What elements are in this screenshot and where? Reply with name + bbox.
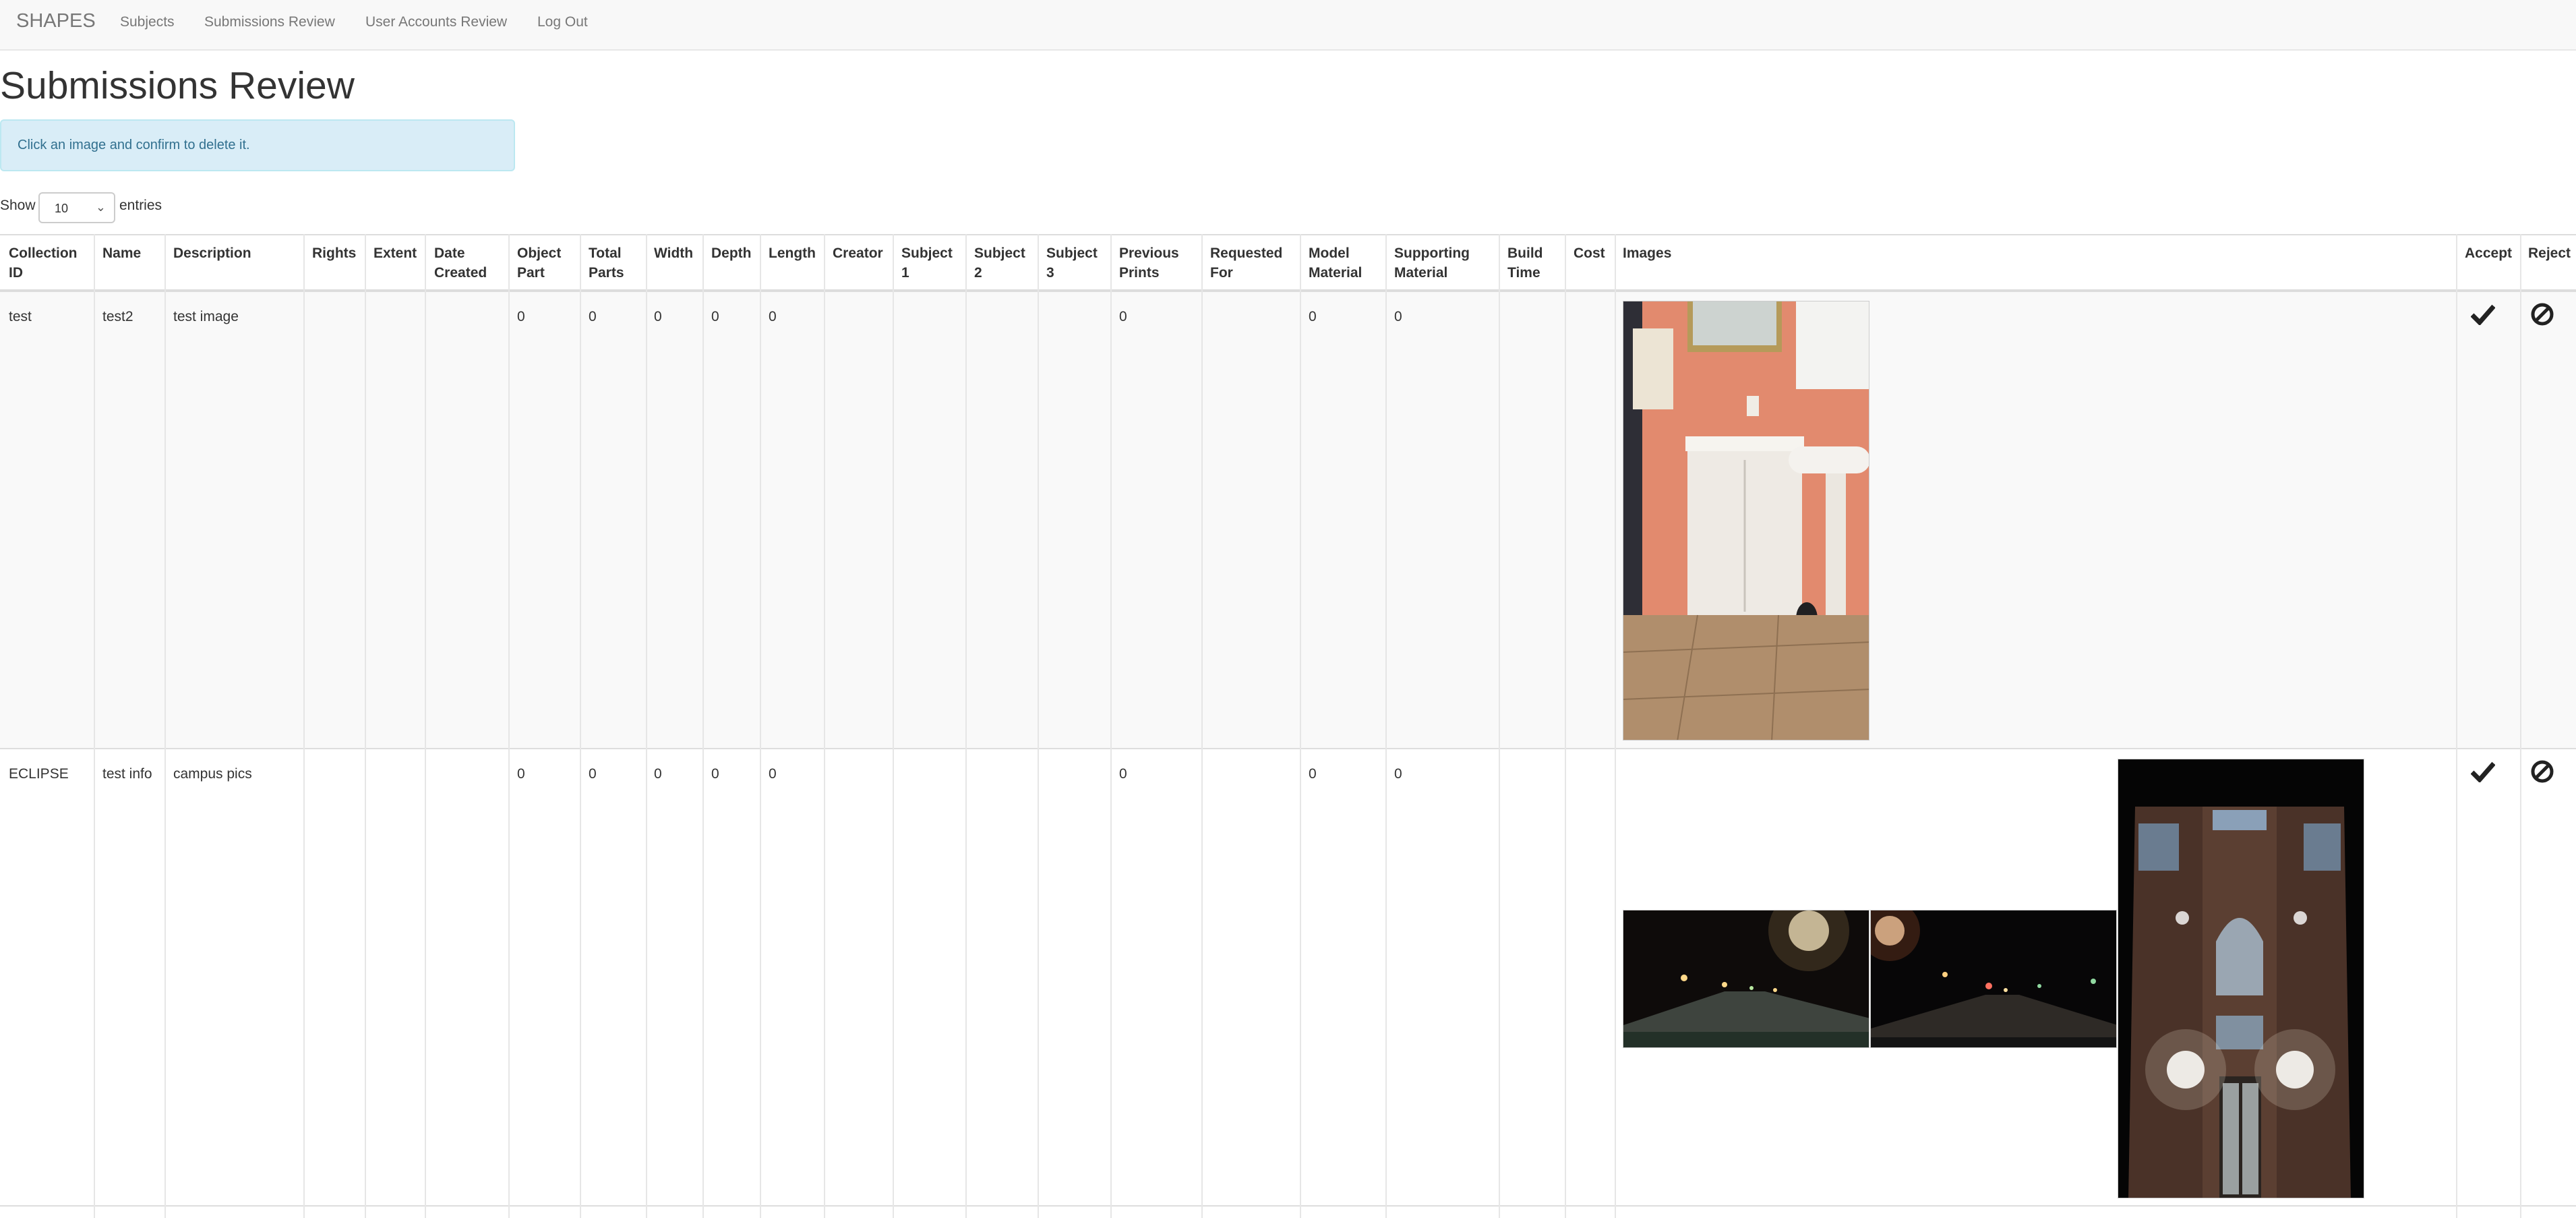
entries-label: entries [119, 198, 162, 213]
table-header [0, 234, 2576, 292]
cell-model-material: 0 [1309, 766, 1317, 782]
column-divider [1615, 234, 1616, 1218]
cell-object-part: 0 [517, 766, 525, 782]
column-divider [1499, 234, 1500, 1218]
cell-previous-prints: 0 [1119, 309, 1127, 324]
brand-link[interactable]: SHAPES [16, 10, 96, 32]
cell-total-parts: 0 [589, 766, 597, 782]
column-divider [760, 234, 761, 1218]
column-divider [2520, 234, 2521, 1218]
column-header-requested-for[interactable]: Requested For [1210, 243, 1282, 283]
entries-select[interactable]: 10 ⌄ [38, 192, 115, 223]
column-divider [893, 234, 894, 1218]
cell-description: test image [173, 309, 239, 324]
chevron-down-icon: ⌄ [95, 200, 106, 214]
column-divider [824, 234, 825, 1218]
column-divider [646, 234, 647, 1218]
page-title: Submissions Review [0, 64, 355, 107]
nav-link-subjects[interactable]: Subjects [120, 14, 175, 30]
column-divider [1038, 234, 1039, 1218]
cell-length: 0 [769, 309, 777, 324]
cell-depth: 0 [711, 766, 719, 782]
alert-text: Click an image and confirm to delete it. [18, 138, 250, 152]
column-header-depth[interactable]: Depth [711, 243, 752, 263]
cell-total-parts: 0 [589, 309, 597, 324]
night-building-photo[interactable] [2118, 759, 2364, 1198]
column-divider [164, 234, 166, 1218]
night-road-photo-2[interactable] [1870, 910, 2117, 1048]
nav-link-log-out[interactable]: Log Out [537, 14, 588, 30]
navbar: SHAPES Subjects Submissions Review User … [0, 0, 2576, 51]
column-header-total-parts[interactable]: Total Parts [589, 243, 624, 283]
cell-width: 0 [654, 309, 662, 324]
cell-collection-id: test [9, 309, 32, 324]
accept-checkmark-icon[interactable] [2470, 303, 2496, 328]
column-header-width[interactable]: Width [654, 243, 693, 263]
cell-previous-prints: 0 [1119, 766, 1127, 782]
column-divider [365, 234, 366, 1218]
column-header-collection-id[interactable]: Collection ID [9, 243, 78, 283]
cell-supporting-material: 0 [1394, 766, 1402, 782]
column-header-object-part[interactable]: Object Part [517, 243, 561, 283]
cell-depth: 0 [711, 309, 719, 324]
table-row [0, 292, 2576, 749]
cell-name: test2 [102, 309, 133, 324]
nav-link-user-accounts-review[interactable]: User Accounts Review [365, 14, 507, 30]
column-header-extent[interactable]: Extent [373, 243, 417, 263]
column-divider [303, 234, 305, 1218]
column-header-subject-2[interactable]: Subject 2 [974, 243, 1025, 283]
column-divider [508, 234, 510, 1218]
cell-model-material: 0 [1309, 309, 1317, 324]
reject-ban-icon[interactable] [2530, 759, 2554, 787]
show-label: Show [0, 198, 36, 213]
column-header-previous-prints[interactable]: Previous Prints [1119, 243, 1179, 283]
info-alert: Click an image and confirm to delete it. [0, 119, 515, 171]
column-divider [1110, 234, 1112, 1218]
column-divider [1385, 234, 1387, 1218]
column-header-accept[interactable]: Accept [2465, 243, 2512, 263]
cell-width: 0 [654, 766, 662, 782]
column-header-model-material[interactable]: Model Material [1309, 243, 1362, 283]
column-divider [580, 234, 581, 1218]
cell-name: test info [102, 766, 152, 782]
cell-object-part: 0 [517, 309, 525, 324]
submissions-table: Collection ID Name Description Rights Ex… [0, 234, 2576, 1218]
column-divider [965, 234, 967, 1218]
column-header-length[interactable]: Length [769, 243, 816, 263]
column-header-supporting-material[interactable]: Supporting Material [1394, 243, 1470, 283]
cell-supporting-material: 0 [1394, 309, 1402, 324]
cell-collection-id: ECLIPSE [9, 766, 69, 782]
column-divider [425, 234, 426, 1218]
column-header-subject-1[interactable]: Subject 1 [901, 243, 953, 283]
column-header-creator[interactable]: Creator [833, 243, 883, 263]
column-divider [702, 234, 704, 1218]
night-road-photo-1[interactable] [1623, 910, 1869, 1048]
column-header-name[interactable]: Name [102, 243, 141, 263]
column-divider [1565, 234, 1566, 1218]
reject-ban-icon[interactable] [2530, 302, 2554, 330]
cell-length: 0 [769, 766, 777, 782]
column-header-subject-3[interactable]: Subject 3 [1046, 243, 1098, 283]
bathroom-photo[interactable] [1623, 301, 1869, 741]
accept-checkmark-icon[interactable] [2470, 761, 2496, 786]
column-header-description[interactable]: Description [173, 243, 251, 263]
cell-description: campus pics [173, 766, 252, 782]
column-divider [94, 234, 95, 1218]
column-divider [1300, 234, 1301, 1218]
column-divider [2456, 234, 2457, 1218]
column-divider [1201, 234, 1203, 1218]
column-header-rights[interactable]: Rights [312, 243, 356, 263]
nav-link-submissions-review[interactable]: Submissions Review [204, 14, 335, 30]
column-header-reject[interactable]: Reject [2528, 243, 2571, 263]
column-header-build-time[interactable]: Build Time [1507, 243, 1543, 283]
column-header-images[interactable]: Images [1623, 243, 1671, 263]
column-header-date-created[interactable]: Date Created [434, 243, 487, 283]
entries-select-value: 10 [55, 202, 69, 215]
column-header-cost[interactable]: Cost [1574, 243, 1605, 263]
